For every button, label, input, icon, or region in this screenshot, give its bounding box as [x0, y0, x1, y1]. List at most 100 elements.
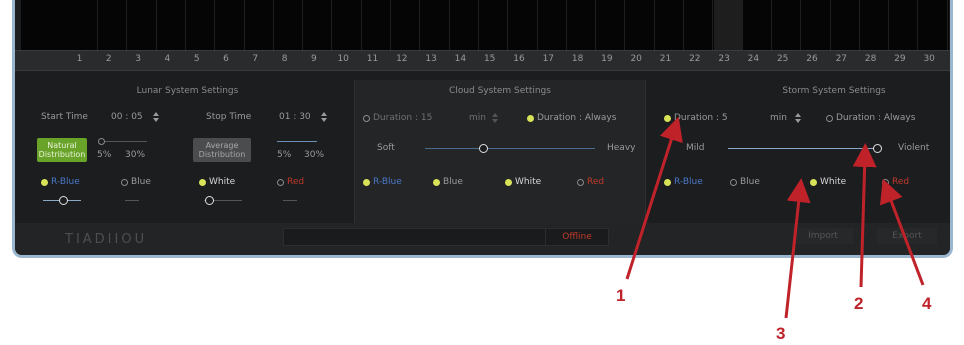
day-number: 6: [223, 54, 229, 64]
cloud-rblue-radio[interactable]: [363, 179, 370, 186]
day-number: 13: [425, 54, 437, 64]
lunar-rblue-label: R-Blue: [51, 177, 80, 187]
callout-4: 4: [922, 294, 932, 313]
timeline-column[interactable]: [303, 0, 333, 50]
start-time-label: Start Time: [41, 112, 88, 122]
lunar-white-knob[interactable]: [205, 196, 214, 205]
storm-rblue-label: R-Blue: [674, 177, 703, 187]
timeline-column[interactable]: [860, 0, 890, 50]
timeline-column[interactable]: [567, 0, 597, 50]
lunar-range-1-track[interactable]: [105, 141, 147, 142]
stop-time-label: Stop Time: [206, 112, 252, 122]
average-distribution-button[interactable]: Average Distribution: [193, 138, 251, 162]
timeline-column[interactable]: [509, 0, 538, 50]
timeline-column[interactable]: [684, 0, 714, 50]
lunar-red-slider[interactable]: [283, 200, 297, 201]
storm-settings: Storm System Settings Duration : 5 min D…: [644, 80, 944, 223]
storm-rblue-radio[interactable]: [664, 179, 671, 186]
storm-white-radio[interactable]: [810, 179, 817, 186]
timeline-column[interactable]: [391, 0, 421, 50]
timeline-column[interactable]: [802, 0, 831, 50]
cloud-white-radio[interactable]: [505, 179, 512, 186]
lunar-red-radio[interactable]: [277, 179, 284, 186]
timeline-column[interactable]: [743, 0, 772, 50]
timeline-column[interactable]: [157, 0, 186, 50]
timeline-column[interactable]: [831, 0, 860, 50]
cloud-red-radio[interactable]: [577, 179, 584, 186]
cloud-title: Cloud System Settings: [449, 86, 551, 96]
export-button[interactable]: Export: [877, 228, 937, 244]
cloud-duration-radio[interactable]: [363, 115, 370, 122]
storm-red-label: Red: [892, 177, 910, 187]
storm-duration-label: Duration : 5: [674, 113, 728, 123]
start-time-stepper-icon[interactable]: [153, 112, 159, 122]
timeline-column[interactable]: [655, 0, 684, 50]
lunar-range-1-low: 5%: [97, 150, 112, 160]
lunar-range-1-marker: [98, 138, 105, 145]
timeline-column[interactable]: [626, 0, 655, 50]
day-number: 29: [894, 54, 906, 64]
lunar-blue-radio[interactable]: [121, 179, 128, 186]
cloud-intensity-knob[interactable]: [479, 144, 488, 153]
timeline-column[interactable]: [713, 0, 743, 50]
storm-white-label: White: [820, 177, 847, 187]
timeline-column[interactable]: [479, 0, 509, 50]
day-number: 12: [396, 54, 408, 64]
timeline-column[interactable]: [538, 0, 567, 50]
timeline-column[interactable]: [69, 0, 98, 50]
lunar-rblue-radio[interactable]: [41, 179, 48, 186]
timeline-column[interactable]: [421, 0, 450, 50]
timeline-column[interactable]: [889, 0, 919, 50]
timeline-column[interactable]: [919, 0, 948, 50]
storm-always-radio[interactable]: [826, 115, 833, 122]
storm-intensity-slider[interactable]: [728, 148, 878, 149]
storm-intensity-knob[interactable]: [873, 144, 882, 153]
day-number: 2: [105, 54, 112, 64]
stop-time-stepper-icon[interactable]: [321, 112, 327, 122]
storm-always-label: Duration : Always: [836, 113, 916, 123]
cloud-soft-label: Soft: [377, 143, 395, 153]
cloud-heavy-label: Heavy: [607, 143, 636, 153]
cloud-always-radio[interactable]: [527, 115, 534, 122]
timeline-column[interactable]: [186, 0, 216, 50]
lunar-blue-label: Blue: [131, 177, 151, 187]
timeline-column[interactable]: [772, 0, 802, 50]
import-button[interactable]: Import: [793, 228, 853, 244]
storm-blue-radio[interactable]: [730, 179, 737, 186]
stop-time-value[interactable]: 01 : 30: [279, 112, 311, 122]
cloud-blue-radio[interactable]: [433, 179, 440, 186]
lunar-range-2-high: 30%: [304, 150, 325, 160]
cloud-duration-stepper-icon[interactable]: [492, 113, 498, 123]
storm-mild-label: Mild: [686, 143, 705, 153]
timeline-chart: [21, 0, 949, 50]
lunar-blue-slider[interactable]: [125, 200, 139, 201]
timeline-column[interactable]: [362, 0, 391, 50]
brand-logo: TIADIIOU: [65, 232, 148, 247]
storm-blue-label: Blue: [740, 177, 760, 187]
timeline-column[interactable]: [450, 0, 479, 50]
storm-min-label: min: [770, 113, 787, 123]
start-time-value[interactable]: 00 : 05: [111, 112, 143, 122]
lunar-rblue-knob[interactable]: [59, 196, 68, 205]
timeline-column[interactable]: [274, 0, 304, 50]
cloud-white-label: White: [515, 177, 542, 187]
timeline-column[interactable]: [333, 0, 362, 50]
cloud-intensity-slider[interactable]: [425, 148, 595, 149]
timeline-column[interactable]: [596, 0, 626, 50]
day-number: 10: [337, 54, 349, 64]
app-panel: 1 2 3 4 5 6 7 8 9 10 11 12 13 14 15 16 17 18 19 20 21 22 23 24 2…: [12, 0, 953, 258]
timeline-column[interactable]: [98, 0, 128, 50]
timeline-column[interactable]: [216, 0, 245, 50]
storm-duration-radio[interactable]: [664, 115, 671, 122]
timeline-column[interactable]: [128, 0, 157, 50]
timeline-column[interactable]: [245, 0, 274, 50]
storm-duration-stepper-icon[interactable]: [795, 113, 801, 123]
natural-distribution-button[interactable]: Natural Distribution: [37, 138, 87, 162]
lunar-white-radio[interactable]: [199, 179, 206, 186]
storm-red-radio[interactable]: [882, 179, 889, 186]
cloud-settings: Cloud System Settings Duration : 15 min …: [354, 80, 646, 223]
day-number-bar: 1 2 3 4 5 6 7 8 9 10 11 12 13 14 15 16 17 18 19 20 21 22 23 24 2…: [15, 50, 950, 71]
cloud-min-label: min: [469, 113, 486, 123]
lunar-range-2-track[interactable]: [277, 141, 317, 142]
day-number: 25: [776, 54, 789, 64]
